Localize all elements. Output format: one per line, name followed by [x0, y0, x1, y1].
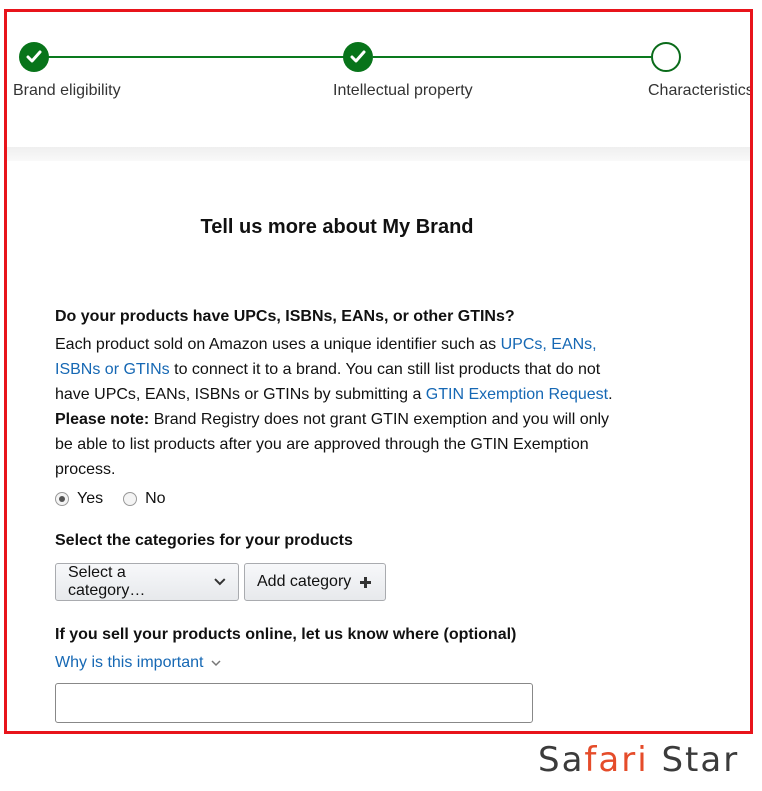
- online-store-input[interactable]: [55, 683, 533, 723]
- gtin-description: Each product sold on Amazon uses a uniqu…: [55, 332, 615, 482]
- radio-yes[interactable]: Yes: [55, 490, 103, 508]
- section-divider: [7, 147, 750, 161]
- gtin-question: Do your products have UPCs, ISBNs, EANs,…: [55, 308, 515, 325]
- logo-part-2: fari: [584, 740, 649, 780]
- chevron-down-icon: [211, 659, 222, 666]
- gtin-text-3: .: [608, 386, 613, 403]
- step-label-brand-eligibility: Brand eligibility: [13, 82, 121, 99]
- step-label-characteristics: Characteristics: [648, 82, 753, 99]
- gtin-text-1: Each product sold on Amazon uses a uniqu…: [55, 336, 501, 353]
- step-3-circle-icon: [651, 42, 681, 72]
- step-label-intellectual-property: Intellectual property: [333, 82, 473, 99]
- radio-yes-button[interactable]: [55, 492, 69, 506]
- step-1-check-icon: [19, 42, 49, 72]
- progress-stepper: Brand eligibility Intellectual property …: [7, 12, 750, 152]
- plus-icon: [360, 576, 372, 588]
- gtin-radio-group: Yes No: [55, 490, 186, 508]
- online-title: If you sell your products online, let us…: [55, 626, 517, 643]
- radio-no-button[interactable]: [123, 492, 138, 506]
- screenshot-frame: Brand eligibility Intellectual property …: [4, 9, 753, 734]
- why-important-link[interactable]: Why is this important: [55, 654, 222, 672]
- stepper-line-1: [37, 56, 345, 58]
- logo-part-1: Sa: [538, 740, 585, 780]
- safari-star-logo: Safari Star: [538, 740, 739, 780]
- why-important-label: Why is this important: [55, 654, 204, 671]
- category-select[interactable]: Select a category…: [55, 563, 239, 601]
- step-2-check-icon: [343, 42, 373, 72]
- chevron-down-icon: [214, 578, 226, 586]
- gtin-exemption-link[interactable]: GTIN Exemption Request: [426, 386, 608, 403]
- add-category-label: Add category: [257, 573, 352, 590]
- category-select-value: Select a category…: [68, 564, 146, 599]
- page-title: Tell us more about My Brand: [200, 216, 474, 238]
- add-category-button[interactable]: Add category: [244, 563, 386, 601]
- radio-no[interactable]: No: [123, 490, 166, 508]
- logo-part-3: Star: [648, 740, 740, 780]
- stepper-line-2: [373, 56, 651, 58]
- radio-no-label: No: [145, 490, 166, 507]
- categories-title: Select the categories for your products: [55, 532, 353, 549]
- radio-yes-label: Yes: [77, 490, 104, 507]
- note-label: Please note:: [55, 411, 150, 428]
